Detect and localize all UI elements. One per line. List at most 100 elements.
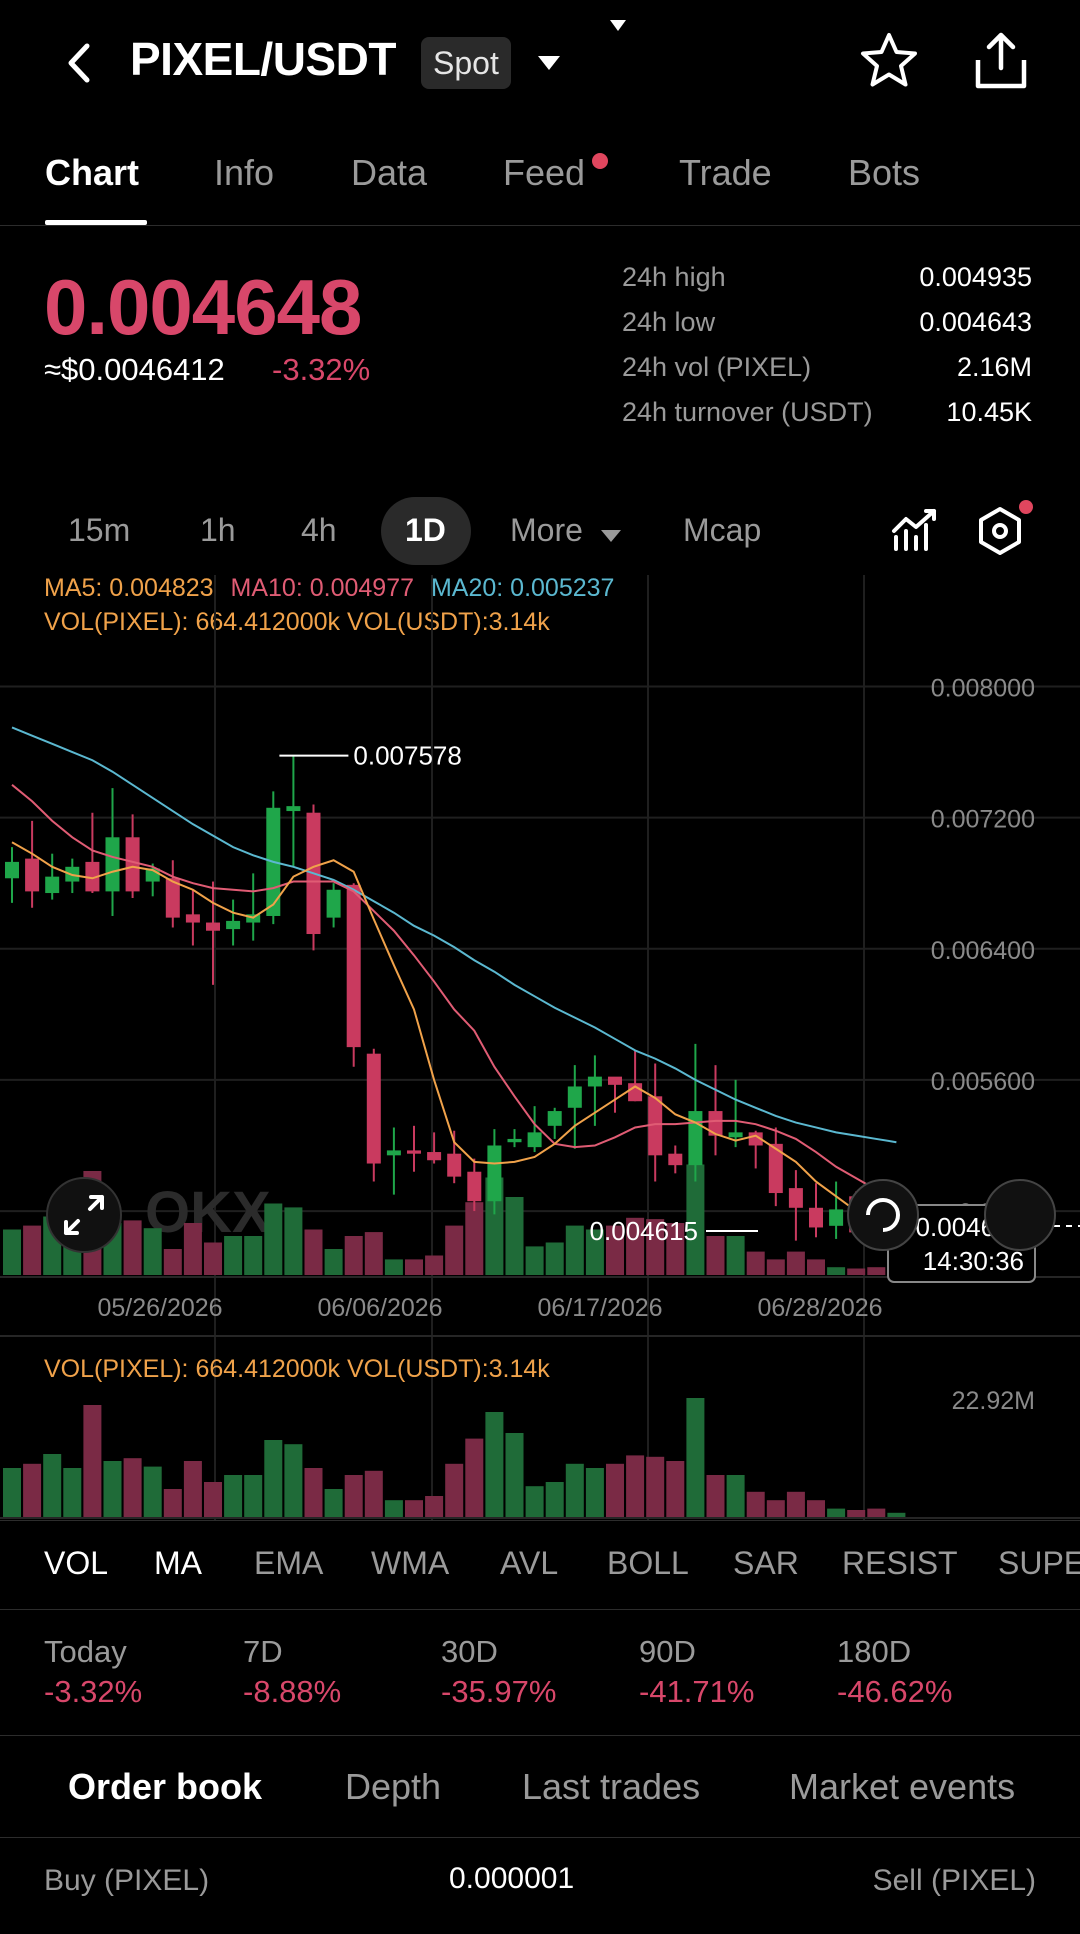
perf-label: Today (44, 1634, 127, 1669)
candle-body (547, 1111, 562, 1126)
active-tab-indicator (45, 220, 147, 225)
candle-body (487, 1145, 502, 1202)
indicator-supe[interactable]: SUPE (998, 1545, 1080, 1582)
candle-body (386, 1150, 401, 1156)
tab-market-events[interactable]: Market events (789, 1766, 1015, 1808)
volume-bar (43, 1454, 62, 1517)
tab-chart[interactable]: Chart (45, 152, 139, 194)
perf-label: 7D (243, 1634, 283, 1669)
tab-last-trades[interactable]: Last trades (522, 1766, 700, 1808)
tab-bots[interactable]: Bots (848, 152, 920, 194)
volume-panel-legend: VOL(PIXEL): 664.412000k VOL(USDT):3.14k (44, 1355, 550, 1383)
caret-down-icon[interactable] (536, 50, 562, 76)
volume-bar (63, 1468, 82, 1517)
indicator-ema[interactable]: EMA (254, 1545, 323, 1582)
indicator-resist[interactable]: RESIST (842, 1545, 958, 1582)
timeframe-mcap[interactable]: Mcap (683, 512, 761, 549)
main-tabs: Chart Info Data Feed Trade Bots (0, 140, 1080, 226)
candle-body (788, 1188, 803, 1208)
volume-bar (545, 1482, 564, 1517)
volume-bar (465, 1438, 484, 1517)
tab-depth[interactable]: Depth (345, 1766, 441, 1808)
volume-bar (445, 1225, 464, 1275)
volume-bar (183, 1223, 202, 1275)
indicator-sar[interactable]: SAR (733, 1545, 799, 1582)
volume-bar (847, 1268, 866, 1275)
tab-data[interactable]: Data (351, 152, 427, 194)
perf-90d: 90D -41.71% (639, 1634, 754, 1710)
volume-bar (284, 1207, 303, 1275)
y-tick-label: 0.006400 (931, 937, 1035, 965)
candle-body (567, 1086, 582, 1108)
volume-bar (405, 1259, 423, 1275)
volume-bar (384, 1259, 403, 1275)
volume-bar (23, 1225, 42, 1275)
volume-bar (384, 1500, 403, 1517)
volume-bar (465, 1202, 484, 1275)
volume-bar (746, 1491, 765, 1517)
stat-row: 24h vol (PIXEL) 2.16M (622, 352, 1032, 397)
candle-body (527, 1132, 542, 1148)
volume-bar (204, 1242, 222, 1275)
tab-trade[interactable]: Trade (679, 152, 772, 194)
volume-bar (224, 1236, 243, 1275)
volume-bar (244, 1475, 263, 1517)
volume-bar (264, 1203, 283, 1275)
tick-size-select[interactable]: 0.000001 (449, 1862, 574, 1896)
volume-bar (23, 1463, 42, 1517)
timeframe-1d[interactable]: 1D (405, 512, 446, 549)
indicator-avl[interactable]: AVL (500, 1545, 558, 1582)
tab-info[interactable]: Info (214, 152, 274, 194)
volume-bar (867, 1508, 886, 1517)
volume-bar (304, 1468, 323, 1517)
indicator-boll[interactable]: BOLL (607, 1545, 689, 1582)
usd-price: ≈$0.0046412 (44, 352, 225, 387)
timeframe-4h[interactable]: 4h (301, 512, 337, 549)
caret-down-icon[interactable] (609, 18, 627, 32)
tab-order-book[interactable]: Order book (68, 1766, 262, 1808)
volume-bar (706, 1236, 725, 1275)
volume-bar (726, 1236, 745, 1275)
volume-bar (726, 1475, 745, 1517)
expand-button[interactable] (46, 1177, 122, 1253)
candle-body (809, 1207, 823, 1228)
chart-settings-icon[interactable] (975, 505, 1025, 557)
volume-bar (324, 1249, 343, 1275)
candle-body (608, 1076, 622, 1085)
back-icon[interactable] (55, 38, 105, 88)
perf-7d: 7D -8.88% (243, 1634, 341, 1710)
buy-label: Buy (PIXEL) (44, 1864, 210, 1897)
tab-feed[interactable]: Feed (503, 152, 585, 194)
current-time-label: 14:30:36 (923, 1246, 1024, 1276)
stat-value: 2.16M (956, 352, 1032, 382)
volume-bar (163, 1489, 182, 1517)
timeframe-more[interactable]: More (510, 512, 583, 549)
volume-bar (847, 1510, 866, 1517)
volume-bar (565, 1463, 584, 1517)
star-icon[interactable] (858, 30, 920, 92)
volume-bar (766, 1500, 785, 1517)
indicator-wma[interactable]: WMA (371, 1545, 449, 1582)
timeframe-1h[interactable]: 1h (200, 512, 236, 549)
timeframe-15m[interactable]: 15m (68, 512, 130, 549)
market-type-badge[interactable]: Spot (421, 37, 511, 89)
indicator-chart-icon[interactable] (890, 507, 938, 555)
stat-label: 24h vol (PIXEL) (622, 352, 812, 382)
perf-value: -41.71% (639, 1674, 755, 1709)
sell-label: Sell (PIXEL) (872, 1864, 1036, 1897)
caret-down-icon[interactable] (600, 526, 622, 546)
share-icon[interactable] (970, 30, 1032, 92)
indicator-vol[interactable]: VOL (44, 1545, 108, 1582)
indicator-ma[interactable]: MA (154, 1545, 202, 1582)
volume-bar (344, 1236, 363, 1275)
candle-body (45, 876, 60, 894)
volume-bar (143, 1466, 162, 1517)
x-tick-label: 06/06/2026 (317, 1294, 442, 1322)
volume-bar (244, 1236, 263, 1275)
settings-notification-dot (1019, 500, 1033, 514)
stat-label: 24h low (622, 307, 716, 337)
pair-title[interactable]: PIXEL/USDT (130, 32, 396, 86)
volume-bar (3, 1229, 21, 1275)
y-tick-label: 0.007200 (931, 806, 1035, 834)
perf-value: -35.97% (441, 1674, 557, 1709)
